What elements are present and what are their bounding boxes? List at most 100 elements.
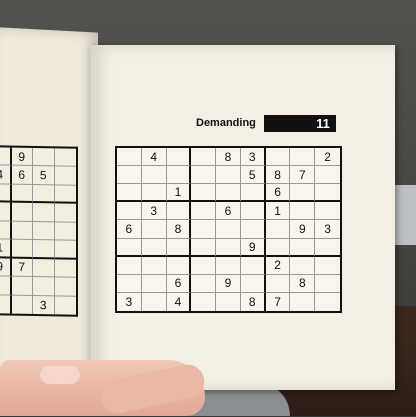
sudoku-cell — [166, 238, 192, 257]
left-sudoku-cell: 9 — [0, 257, 12, 277]
sudoku-cell: 8 — [265, 166, 291, 185]
left-sudoku-cell — [11, 221, 33, 241]
sudoku-cell — [117, 256, 142, 275]
sudoku-cell — [191, 292, 217, 311]
sudoku-cell: 4 — [167, 292, 192, 311]
sudoku-cell — [166, 148, 192, 167]
left-sudoku-cell — [33, 203, 55, 223]
sudoku-cell — [290, 238, 316, 257]
sudoku-cell — [315, 239, 340, 257]
left-sudoku-cell — [11, 239, 33, 259]
sudoku-cell: 8 — [290, 274, 316, 293]
sudoku-cell: 7 — [266, 292, 291, 311]
sudoku-cell — [191, 202, 217, 221]
left-sudoku-cell — [0, 202, 12, 222]
left-sudoku-cell — [0, 276, 12, 296]
sudoku-cell: 4 — [141, 148, 167, 167]
sudoku-cell — [265, 274, 291, 293]
left-sudoku-grid: 94651973 — [0, 145, 78, 317]
sudoku-cell — [191, 274, 217, 293]
left-sudoku-cell — [33, 258, 55, 278]
sudoku-cell: 8 — [241, 292, 266, 311]
left-sudoku-cell — [33, 147, 55, 167]
sudoku-cell: 3 — [117, 292, 142, 311]
sudoku-cell — [141, 220, 167, 239]
left-sudoku-cell — [0, 184, 12, 203]
left-sudoku-cell — [0, 220, 12, 240]
sudoku-cell — [141, 256, 167, 275]
left-sudoku-cell — [11, 184, 33, 204]
sudoku-cell — [117, 148, 142, 167]
left-sudoku-cell — [54, 148, 76, 168]
sudoku-cell — [216, 166, 241, 185]
left-sudoku-cell — [55, 296, 77, 315]
sudoku-cell — [166, 202, 192, 221]
left-sudoku-cell — [33, 277, 55, 296]
sudoku-cell — [240, 202, 266, 221]
left-sudoku-cell: 6 — [11, 166, 33, 185]
left-sudoku-cell: 4 — [0, 165, 12, 185]
sudoku-cell: 6 — [166, 274, 192, 293]
sudoku-cell: 1 — [166, 184, 192, 203]
left-sudoku-cell — [11, 202, 33, 222]
left-sudoku-cell — [33, 240, 55, 260]
sudoku-cell: 1 — [265, 202, 291, 221]
sudoku-cell — [117, 184, 142, 203]
sudoku-cell — [265, 220, 291, 239]
sudoku-cell — [191, 256, 217, 275]
sudoku-cell — [117, 274, 142, 293]
sudoku-cell — [290, 202, 316, 221]
sudoku-cell: 9 — [216, 274, 241, 293]
sudoku-cell — [265, 148, 291, 167]
puzzle-number-badge: 11 — [263, 114, 336, 132]
sudoku-cell — [290, 184, 316, 203]
sudoku-cell — [216, 220, 241, 239]
sudoku-cell: 2 — [265, 256, 291, 275]
sudoku-cell — [166, 166, 192, 185]
sudoku-cell — [290, 256, 316, 275]
sudoku-cell: 9 — [290, 220, 316, 239]
sudoku-cell — [191, 166, 217, 185]
left-sudoku-cell — [54, 185, 76, 205]
sudoku-cell — [315, 202, 340, 221]
sudoku-cell — [315, 275, 340, 293]
sudoku-cell — [240, 184, 266, 203]
left-sudoku-cell — [54, 277, 76, 297]
sudoku-cell — [191, 148, 217, 167]
sudoku-cell — [216, 256, 241, 275]
sudoku-cell — [216, 292, 241, 311]
sudoku-cell — [166, 256, 192, 275]
sudoku-cell — [191, 238, 217, 257]
left-sudoku-cell: 3 — [33, 295, 55, 315]
sudoku-cell — [141, 238, 167, 257]
left-sudoku-cell: 5 — [33, 166, 55, 186]
sudoku-cell: 3 — [240, 148, 266, 167]
sudoku-cell: 6 — [216, 202, 241, 221]
sudoku-cell — [290, 148, 316, 167]
sudoku-cell: 8 — [166, 220, 192, 239]
sudoku-cell: 8 — [216, 148, 241, 167]
sudoku-cell: 2 — [315, 148, 340, 167]
sudoku-cell — [315, 166, 340, 185]
sudoku-cell — [216, 184, 241, 203]
sudoku-cell: 9 — [240, 238, 266, 257]
sudoku-cell — [117, 166, 142, 185]
sudoku-cell: 3 — [315, 220, 340, 239]
left-sudoku-cell — [0, 147, 12, 167]
left-sudoku-cell — [54, 240, 76, 260]
sudoku-cell: 5 — [240, 166, 266, 185]
left-sudoku-cell — [11, 295, 33, 314]
sudoku-cell — [141, 166, 167, 185]
left-sudoku-cell — [54, 166, 76, 186]
sudoku-cell — [315, 184, 340, 203]
thumbnail-nail — [40, 366, 80, 384]
left-sudoku-cell — [33, 221, 55, 241]
sudoku-cell: 6 — [265, 184, 291, 203]
sudoku-cell — [240, 220, 266, 239]
left-sudoku-cell: 7 — [11, 258, 33, 278]
sudoku-cell: 7 — [290, 166, 316, 185]
sudoku-cell — [240, 274, 266, 293]
sudoku-cell — [191, 220, 217, 239]
sudoku-cell — [117, 202, 142, 221]
left-sudoku-cell: 1 — [0, 239, 12, 259]
